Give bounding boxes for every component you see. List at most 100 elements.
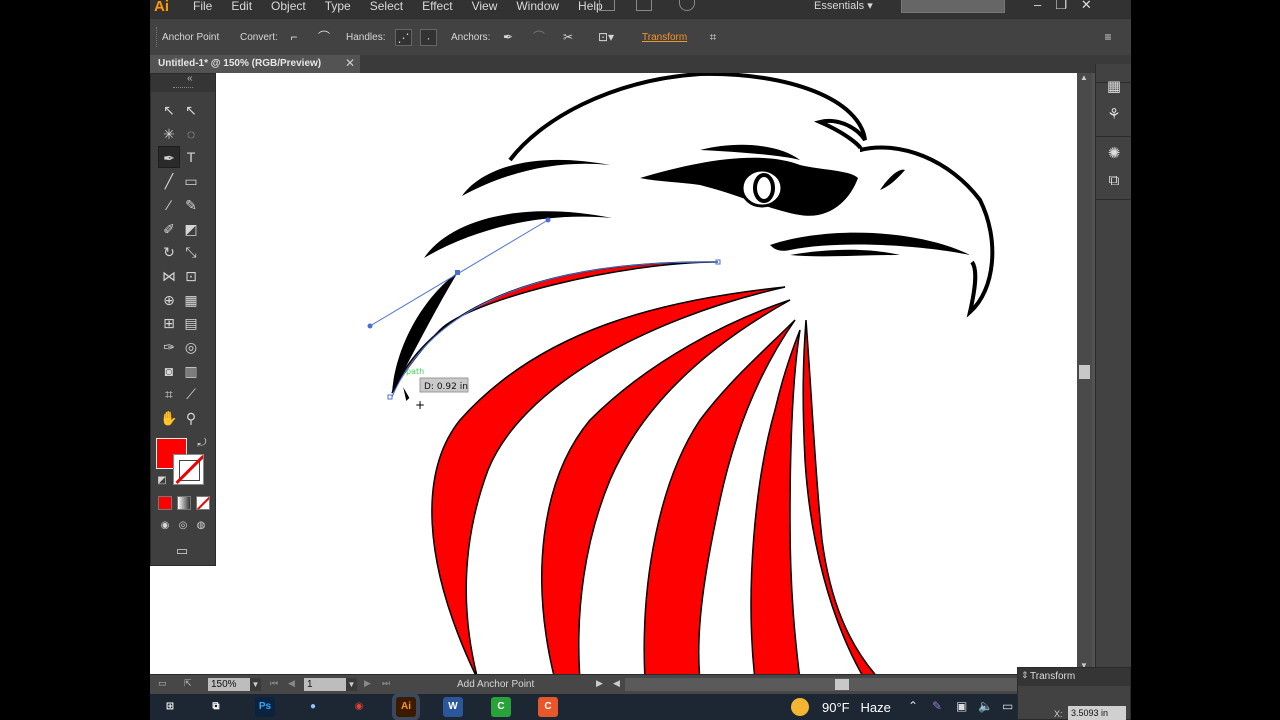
weather-widget[interactable]: 90°F Haze — [822, 700, 891, 715]
magic-wand-tool[interactable]: ✳ — [158, 123, 180, 145]
scale-tool[interactable]: ⤡ — [180, 241, 202, 263]
hand-tool[interactable]: ✋ — [158, 407, 180, 429]
camtasia-app[interactable]: C — [491, 697, 511, 717]
type-tool[interactable]: T — [180, 146, 202, 168]
align-icon[interactable]: ⊡▾ — [598, 29, 614, 45]
menu-type[interactable]: Type — [325, 0, 351, 12]
menu-view[interactable]: View — [472, 0, 498, 12]
illustrator-app[interactable]: Ai — [396, 697, 416, 717]
libraries-icon[interactable]: ▦ — [1102, 74, 1126, 100]
rectangle-tool[interactable]: ▭ — [180, 170, 202, 192]
selection-tool[interactable]: ↖ — [158, 99, 180, 121]
x-position-field[interactable]: 3.5093 in — [1068, 706, 1126, 720]
status-menu-icon[interactable]: ▶ — [596, 678, 603, 689]
gradient-mode-button[interactable] — [177, 496, 191, 510]
start-button[interactable]: ⊞ — [160, 697, 180, 717]
blob-brush-tool[interactable]: ✐ — [158, 218, 180, 240]
restore-button[interactable]: ❐ — [1055, 0, 1067, 13]
connect-anchors-icon[interactable]: ⌒ — [531, 29, 547, 45]
artboard-dropdown-icon[interactable]: ▼ — [346, 678, 357, 691]
paint-app[interactable]: ● — [303, 697, 323, 717]
mesh-tool[interactable]: ⊞ — [158, 312, 180, 334]
feather-tray-icon[interactable]: ✎ — [932, 699, 942, 713]
vertical-scroll-thumb[interactable] — [1079, 365, 1090, 379]
isolate-icon[interactable]: ⌗ — [705, 29, 721, 45]
gradient-tool[interactable]: ▤ — [180, 312, 202, 334]
none-mode-button[interactable] — [196, 496, 210, 510]
color-mode-button[interactable] — [158, 496, 172, 510]
horizontal-scroll-thumb[interactable] — [835, 679, 849, 690]
column-graph-tool[interactable]: ▥ — [180, 360, 202, 382]
panel-menu-icon[interactable]: ≡ — [1100, 29, 1116, 45]
width-tool[interactable]: ⋈ — [158, 265, 180, 287]
zoom-tool[interactable]: ⚲ — [180, 407, 202, 429]
screen-mode-icon[interactable]: ▭ — [171, 540, 193, 562]
prev-artboard-icon[interactable]: ◀ — [288, 678, 295, 689]
pathfinder-icon[interactable]: ⧉ — [1102, 168, 1126, 194]
artboard-canvas[interactable]: + path D: 0.92 in — [150, 73, 1077, 674]
photoshop-app[interactable]: Ps — [255, 697, 275, 717]
swap-colors-icon[interactable]: ⤾ — [191, 432, 213, 454]
pencil-tool[interactable]: ✎ — [180, 194, 202, 216]
tools-panel-header[interactable]: « — [151, 73, 215, 92]
blend-tool[interactable]: ◎ — [180, 336, 202, 358]
menu-window[interactable]: Window — [516, 0, 559, 12]
convert-to-corner-icon[interactable]: ⌐ — [286, 29, 302, 45]
close-document-icon[interactable]: ✕ — [345, 56, 355, 70]
horizontal-scrollbar[interactable] — [625, 678, 1080, 691]
network-icon[interactable]: ▭ — [1002, 699, 1013, 713]
minimize-button[interactable]: – — [1034, 0, 1041, 13]
collapse-panel-icon[interactable]: « — [187, 73, 193, 84]
convert-to-smooth-icon[interactable]: ⌒ — [316, 29, 332, 45]
lasso-tool[interactable]: ◌ — [180, 123, 202, 145]
properties-icon[interactable]: ⚘ — [1102, 102, 1126, 128]
stroke-color-swatch[interactable] — [173, 454, 204, 485]
eraser-tool[interactable]: ◩ — [180, 218, 202, 240]
gpu-performance-icon[interactable] — [679, 0, 695, 11]
arrange-documents-icon[interactable] — [636, 0, 652, 11]
task-view-button[interactable]: ⧉ — [206, 697, 226, 717]
menu-select[interactable]: Select — [370, 0, 403, 12]
free-transform-tool[interactable]: ⊡ — [180, 265, 202, 287]
color-guide-icon[interactable]: ✺ — [1102, 141, 1126, 167]
default-colors-icon[interactable]: ◩ — [151, 470, 173, 492]
tray-chevron-icon[interactable]: ⌃ — [908, 699, 918, 713]
show-handles-icon[interactable]: ⋰ — [395, 29, 412, 46]
menu-effect[interactable]: Effect — [422, 0, 452, 12]
remove-anchor-icon[interactable]: ✒ — [500, 29, 516, 45]
scroll-up-icon[interactable]: ▲ — [1080, 73, 1088, 82]
chrome-app[interactable]: ◉ — [349, 697, 369, 717]
transform-panel-header[interactable]: Transform ⇕ — [1018, 668, 1130, 686]
direct-selection-tool[interactable]: ↖ — [180, 99, 202, 121]
close-button[interactable]: ✕ — [1081, 0, 1092, 13]
zoom-dropdown-icon[interactable]: ▼ — [250, 678, 261, 691]
menu-file[interactable]: File — [193, 0, 212, 12]
camtasia-recorder-app[interactable]: C — [538, 697, 558, 717]
perspective-grid-tool[interactable]: ▦ — [180, 289, 202, 311]
rotate-tool[interactable]: ↻ — [158, 241, 180, 263]
artboard-tool[interactable]: ⌗ — [158, 383, 180, 405]
control-bar-grip[interactable] — [156, 27, 159, 47]
search-stock-input[interactable] — [901, 0, 1005, 13]
scroll-left-icon[interactable]: ◀ — [613, 678, 620, 689]
word-app[interactable]: W — [443, 697, 463, 717]
volume-icon[interactable]: 🔈 — [978, 699, 993, 713]
menu-object[interactable]: Object — [271, 0, 306, 12]
pen-tool[interactable]: ✒ — [158, 146, 180, 169]
draw-inside-icon[interactable]: ◍ — [190, 515, 212, 537]
vertical-scrollbar[interactable]: ▲ ▼ — [1077, 73, 1092, 674]
paintbrush-tool[interactable]: ∕ — [158, 194, 180, 216]
last-artboard-icon[interactable]: ⏭ — [382, 678, 390, 689]
eyedropper-tool[interactable]: ✑ — [158, 336, 180, 358]
slice-tool[interactable]: ⟋ — [180, 383, 202, 405]
export-icon[interactable]: ⇱ — [184, 678, 192, 689]
line-segment-tool[interactable]: ╱ — [158, 170, 180, 192]
first-artboard-icon[interactable]: ⏮ — [270, 678, 278, 689]
shape-builder-tool[interactable]: ⊕ — [158, 289, 180, 311]
menu-edit[interactable]: Edit — [231, 0, 252, 12]
weather-icon[interactable] — [791, 698, 809, 716]
cut-path-icon[interactable]: ✂ — [560, 29, 576, 45]
symbol-sprayer-tool[interactable]: ◙ — [158, 360, 180, 382]
tray-app-icon[interactable]: ▣ — [956, 699, 967, 713]
artboard-nav-icon[interactable]: ▭ — [158, 678, 167, 689]
